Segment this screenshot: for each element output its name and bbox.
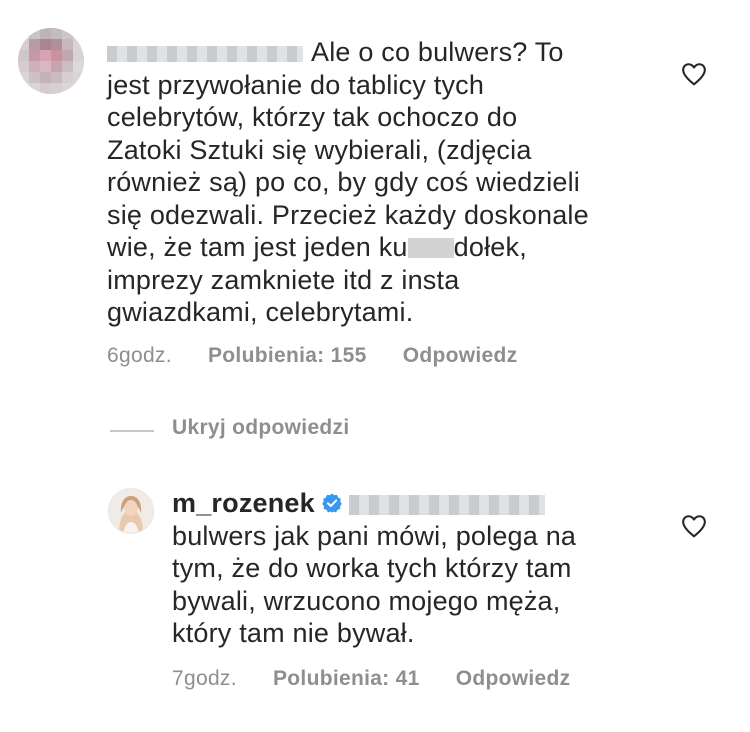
replies-divider (110, 430, 154, 432)
comment-line: również są) po co, by gdy coś wiedzieli (107, 167, 581, 197)
comment-line: Ale o co bulwers? To (107, 36, 607, 69)
comment-line-text: wie, że tam jest jeden ku (107, 232, 408, 262)
likes-count-button[interactable]: Polubienia: 155 (208, 344, 367, 367)
reply-timestamp: 7godz. (172, 667, 237, 690)
reply-button[interactable]: Odpowiedz (403, 344, 518, 367)
reply-line: który tam nie bywał. (172, 618, 415, 648)
username-link[interactable]: m_rozenek (172, 488, 315, 518)
comment-line-text: Ale o co bulwers? To (311, 37, 564, 67)
comment-line: gwiazdkami, celebrytami. (107, 297, 414, 327)
heart-outline-icon[interactable] (681, 62, 707, 86)
verified-badge-icon (321, 493, 342, 513)
likes-count-button[interactable]: Polubienia: 41 (273, 667, 420, 690)
redacted-username[interactable] (107, 45, 303, 62)
comment-line: się odezwali. Przecież każdy doskonale (107, 199, 589, 230)
comment-timestamp: 6godz. (107, 344, 172, 367)
comment-line-text: dołek, (453, 232, 527, 262)
reply-line: tym, że do worka tych którzy tam (172, 553, 572, 583)
comment-line: imprezy zamkniete itd z insta (107, 264, 460, 295)
comment-line: celebrytów, którzy tak ochoczo do (107, 102, 518, 132)
redacted-mention[interactable] (348, 494, 545, 515)
hide-replies-button[interactable]: Ukryj odpowiedzi (172, 416, 350, 440)
profile-photo-icon (109, 489, 153, 533)
heart-outline-icon[interactable] (681, 514, 707, 538)
reply-meta: 7godz. Polubienia: 41 Odpowiedz (172, 667, 600, 691)
comment-text: Ale o co bulwers? To jest przywołanie do… (107, 36, 607, 329)
comment-meta: 6godz. Polubienia: 155 Odpowiedz (107, 344, 547, 368)
redacted-word (407, 238, 454, 258)
reply-text: m_rozenek bulwers jak pani mówi, polega … (172, 487, 612, 650)
reply-button[interactable]: Odpowiedz (456, 667, 571, 690)
reply-avatar[interactable] (108, 488, 154, 534)
reply-header-line: m_rozenek (172, 487, 612, 520)
comment-line: wie, że tam jest jeden ku dołek, (107, 231, 607, 264)
comment-line: Zatoki Sztuki się wybierali, (zdjęcia (107, 134, 532, 165)
reply-line: bywali, wrzucono mojego męża, (172, 585, 561, 616)
comment-line: jest przywołanie do tablicy tych (107, 69, 485, 100)
reply-line: bulwers jak pani mówi, polega na (172, 520, 577, 551)
avatar-pixelated[interactable] (18, 28, 84, 94)
